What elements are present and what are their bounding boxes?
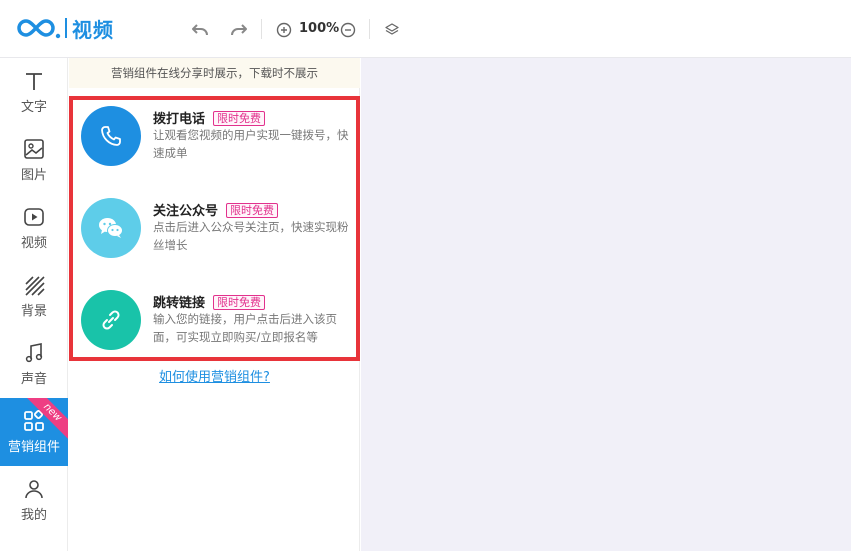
toolbar-divider bbox=[369, 19, 370, 39]
component-title-text: 拨打电话 bbox=[153, 112, 206, 127]
nav-item-mine[interactable]: 我的 bbox=[0, 466, 68, 534]
app-logo[interactable]: 视频 bbox=[14, 14, 114, 42]
nav-item-label: 声音 bbox=[20, 371, 47, 387]
logo-infinity-icon bbox=[17, 19, 61, 39]
undo-icon bbox=[192, 24, 208, 36]
layers-button[interactable] bbox=[381, 19, 403, 41]
toolbar-divider bbox=[261, 19, 262, 39]
component-desc: 点击后进入公众号关注页，快速实现粉丝增长 bbox=[153, 220, 349, 252]
nav-item-background[interactable]: 背景 bbox=[0, 262, 68, 330]
app-name: 视频 bbox=[72, 17, 114, 42]
link-icon-circle bbox=[81, 290, 141, 350]
music-icon bbox=[25, 342, 43, 362]
editor-canvas[interactable] bbox=[361, 58, 851, 551]
zoom-out-button[interactable] bbox=[337, 19, 359, 41]
component-desc: 让观看您视频的用户实现一键拨号，快速成单 bbox=[153, 128, 349, 160]
nav-item-label: 文字 bbox=[20, 99, 47, 115]
component-title: 拨打电话 限时免费 bbox=[153, 108, 266, 127]
zoom-out-icon bbox=[340, 22, 356, 38]
undo-button[interactable] bbox=[188, 19, 212, 41]
nav-item-label: 我的 bbox=[20, 507, 47, 523]
wechat-icon-circle bbox=[81, 198, 141, 258]
left-navigation: 文字 图片 视频 背景 声音 new 营销组件 我的 bbox=[0, 58, 68, 551]
nav-item-marketing-components[interactable]: new 营销组件 bbox=[0, 398, 68, 466]
nav-item-label: 视频 bbox=[20, 235, 47, 251]
background-icon bbox=[25, 275, 45, 296]
redo-icon bbox=[231, 24, 247, 36]
free-badge: 限时免费 bbox=[226, 203, 279, 218]
component-card-phone[interactable]: 拨打电话 限时免费 让观看您视频的用户实现一键拨号，快速成单 bbox=[81, 106, 351, 170]
nav-item-sound[interactable]: 声音 bbox=[0, 330, 68, 398]
new-badge: new bbox=[25, 398, 68, 440]
nav-item-label: 图片 bbox=[20, 167, 47, 183]
component-card-wechat[interactable]: 关注公众号 限时免费 点击后进入公众号关注页，快速实现粉丝增长 bbox=[81, 198, 351, 262]
notice-bar: 营销组件在线分享时展示，下载时不展示 bbox=[69, 58, 360, 88]
nav-item-image[interactable]: 图片 bbox=[0, 126, 68, 194]
nav-item-text[interactable]: 文字 bbox=[0, 58, 68, 126]
nav-item-video[interactable]: 视频 bbox=[0, 194, 68, 262]
new-tag-container: new bbox=[0, 398, 68, 466]
highlight-box: 拨打电话 限时免费 让观看您视频的用户实现一键拨号，快速成单 关注公众号 限时免费 bbox=[69, 96, 360, 361]
nav-item-label: 背景 bbox=[20, 303, 47, 319]
image-icon bbox=[24, 138, 44, 159]
component-card-link[interactable]: 跳转链接 限时免费 输入您的链接，用户点击后进入该页面，可实现立即购买/立即报名等 bbox=[81, 290, 351, 354]
top-toolbar: 视频 100% bbox=[0, 0, 851, 58]
wechat-icon bbox=[99, 218, 123, 238]
zoom-in-button[interactable] bbox=[273, 19, 295, 41]
component-title: 关注公众号 限时免费 bbox=[153, 200, 279, 219]
free-badge: 限时免费 bbox=[213, 295, 266, 310]
user-icon bbox=[25, 479, 43, 498]
component-desc: 输入您的链接，用户点击后进入该页面，可实现立即购买/立即报名等 bbox=[153, 312, 337, 344]
redo-button[interactable] bbox=[227, 19, 251, 41]
free-badge: 限时免费 bbox=[213, 111, 266, 126]
component-title: 跳转链接 限时免费 bbox=[153, 292, 266, 311]
component-title-text: 跳转链接 bbox=[153, 296, 206, 311]
link-icon bbox=[102, 310, 120, 330]
zoom-level: 100% bbox=[299, 21, 340, 36]
component-title-text: 关注公众号 bbox=[153, 204, 219, 219]
phone-icon bbox=[101, 126, 121, 146]
text-icon bbox=[26, 72, 42, 90]
help-link[interactable]: 如何使用营销组件? bbox=[69, 366, 360, 385]
zoom-in-icon bbox=[276, 22, 292, 38]
phone-icon-circle bbox=[81, 106, 141, 166]
layers-icon bbox=[385, 23, 399, 35]
components-panel: 营销组件在线分享时展示，下载时不展示 拨打电话 限时免费 让观看您视频的用户实现一… bbox=[69, 58, 360, 551]
logo-divider bbox=[65, 18, 67, 38]
video-icon bbox=[24, 207, 44, 226]
